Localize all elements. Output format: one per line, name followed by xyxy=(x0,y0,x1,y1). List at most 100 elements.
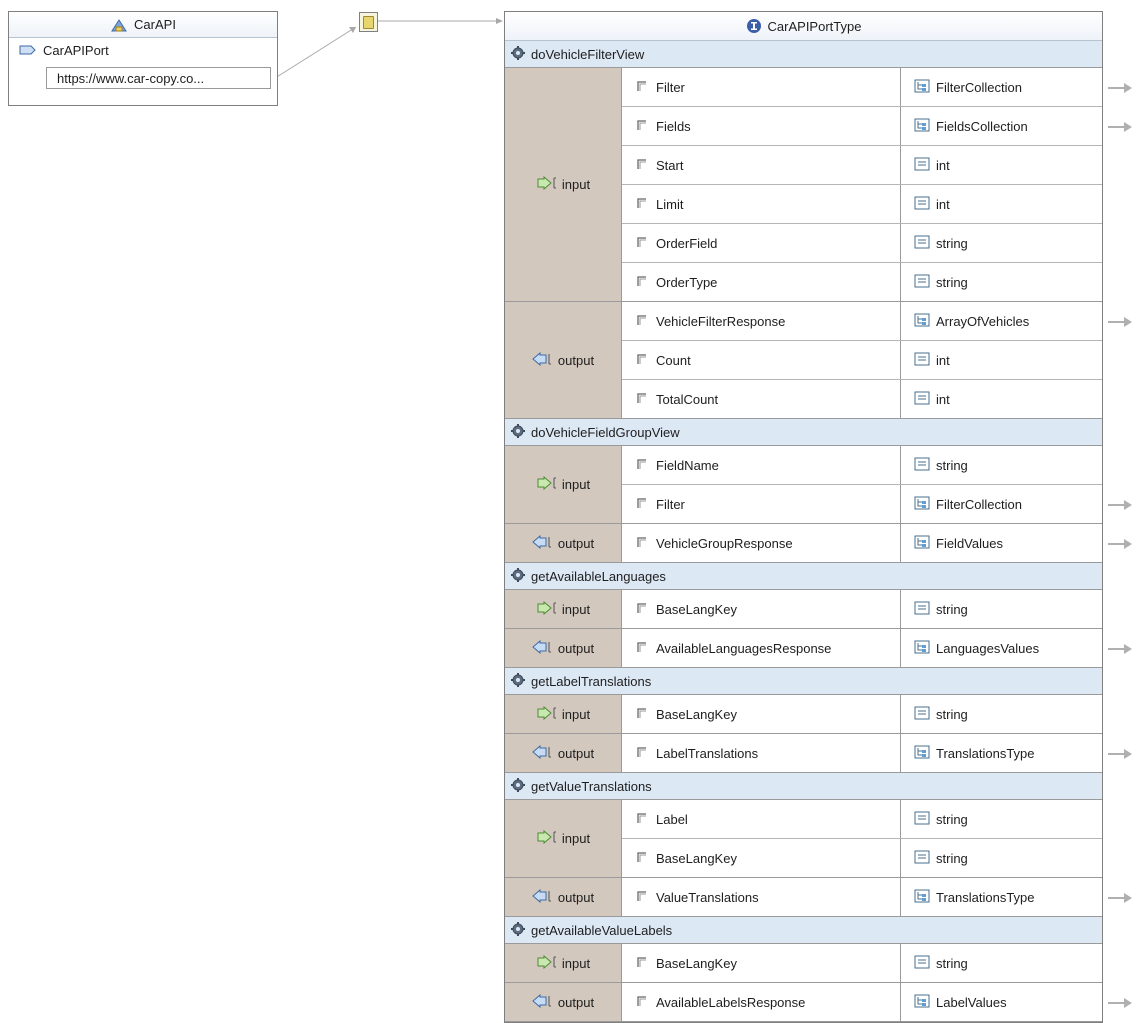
part-row[interactable]: AvailableLanguagesResponse LanguagesValue… xyxy=(622,629,1132,667)
output-message-label[interactable]: output xyxy=(505,983,622,1021)
part-type-cell[interactable]: LanguagesValues xyxy=(901,629,1132,667)
part-name-cell[interactable]: ValueTranslations xyxy=(622,878,901,916)
part-type-cell[interactable]: TranslationsType xyxy=(901,878,1132,916)
part-row[interactable]: BaseLangKey string xyxy=(622,839,1102,877)
input-message-label[interactable]: input xyxy=(505,695,622,733)
part-row[interactable]: AvailableLabelsResponse LabelValues xyxy=(622,983,1132,1021)
part-type-cell[interactable]: string xyxy=(901,224,1102,262)
input-message-label[interactable]: input xyxy=(505,590,622,628)
part-row[interactable]: BaseLangKey string xyxy=(622,590,1102,628)
part-name-cell[interactable]: VehicleFilterResponse xyxy=(622,302,901,340)
part-name-cell[interactable]: Start xyxy=(622,146,901,184)
arrow-right-icon[interactable] xyxy=(1108,81,1132,96)
part-name-cell[interactable]: Label xyxy=(622,800,901,838)
part-row[interactable]: BaseLangKey string xyxy=(622,695,1102,733)
part-type-cell[interactable]: FilterCollection xyxy=(901,68,1132,106)
part-type-cell[interactable]: FilterCollection xyxy=(901,485,1132,523)
part-row[interactable]: Fields FieldsCollection xyxy=(622,107,1132,146)
output-message-label[interactable]: output xyxy=(505,629,622,667)
part-name-cell[interactable]: TotalCount xyxy=(622,380,901,418)
arrow-right-icon[interactable] xyxy=(1108,891,1132,906)
part-row[interactable]: Limit int xyxy=(622,185,1102,224)
part-name-cell[interactable]: Limit xyxy=(622,185,901,223)
input-message-label[interactable]: input xyxy=(505,68,622,301)
part-row[interactable]: OrderField string xyxy=(622,224,1102,263)
part-type-cell[interactable]: FieldsCollection xyxy=(901,107,1132,145)
part-name-cell[interactable]: LabelTranslations xyxy=(622,734,901,772)
part-type-cell[interactable]: int xyxy=(901,380,1102,418)
part-name-cell[interactable]: BaseLangKey xyxy=(622,590,901,628)
address-field[interactable]: https://www.car-copy.co... xyxy=(46,67,271,89)
part-row[interactable]: VehicleFilterResponse ArrayOfVehicles xyxy=(622,302,1132,341)
part-name-cell[interactable]: BaseLangKey xyxy=(622,944,901,982)
part-name-cell[interactable]: VehicleGroupResponse xyxy=(622,524,901,562)
part-type-cell[interactable]: FieldValues xyxy=(901,524,1132,562)
output-message-label[interactable]: output xyxy=(505,878,622,916)
arrow-right-icon[interactable] xyxy=(1108,315,1132,330)
port-type-name: CarAPIPortType xyxy=(767,18,862,34)
part-row[interactable]: ValueTranslations TranslationsType xyxy=(622,878,1132,916)
input-message-label[interactable]: input xyxy=(505,944,622,982)
part-row[interactable]: LabelTranslations TranslationsType xyxy=(622,734,1132,772)
binding-icon[interactable] xyxy=(359,12,378,32)
operation-header[interactable]: doVehicleFieldGroupView xyxy=(505,419,1102,446)
part-type-cell[interactable]: TranslationsType xyxy=(901,734,1132,772)
arrow-right-icon[interactable] xyxy=(1108,537,1132,552)
output-message-label[interactable]: output xyxy=(505,524,622,562)
part-name-cell[interactable]: AvailableLanguagesResponse xyxy=(622,629,901,667)
service-box[interactable]: CarAPI CarAPIPort https://www.car-copy.c… xyxy=(8,11,278,106)
part-name-cell[interactable]: BaseLangKey xyxy=(622,695,901,733)
part-type-cell[interactable]: int xyxy=(901,146,1102,184)
operation-header[interactable]: getAvailableLanguages xyxy=(505,563,1102,590)
part-type-cell[interactable]: string xyxy=(901,263,1102,301)
part-type-cell[interactable]: LabelValues xyxy=(901,983,1132,1021)
port-row[interactable]: CarAPIPort xyxy=(9,38,277,62)
operation-name: getAvailableValueLabels xyxy=(531,922,673,938)
part-name-cell[interactable]: Count xyxy=(622,341,901,379)
simple-type-icon xyxy=(914,235,930,252)
arrow-right-icon[interactable] xyxy=(1108,498,1132,513)
part-type-cell[interactable]: int xyxy=(901,341,1102,379)
part-type-cell[interactable]: ArrayOfVehicles xyxy=(901,302,1132,340)
part-name-cell[interactable]: Filter xyxy=(622,68,901,106)
part-row[interactable]: Start int xyxy=(622,146,1102,185)
part-row[interactable]: Filter FilterCollection xyxy=(622,485,1132,523)
operation-header[interactable]: getValueTranslations xyxy=(505,773,1102,800)
arrow-right-icon[interactable] xyxy=(1108,120,1132,135)
part-row[interactable]: Filter FilterCollection xyxy=(622,68,1132,107)
part-type-cell[interactable]: string xyxy=(901,590,1102,628)
port-type-box[interactable]: CarAPIPortType doVehicleFilterView input F… xyxy=(504,11,1132,1023)
part-type-cell[interactable]: string xyxy=(901,800,1102,838)
part-type-cell[interactable]: int xyxy=(901,185,1102,223)
arrow-right-icon[interactable] xyxy=(1108,642,1132,657)
part-row[interactable]: TotalCount int xyxy=(622,380,1102,418)
part-type-cell[interactable]: string xyxy=(901,839,1102,877)
part-row[interactable]: Label string xyxy=(622,800,1102,839)
input-message-label[interactable]: input xyxy=(505,446,622,523)
part-type-cell[interactable]: string xyxy=(901,944,1102,982)
part-name-cell[interactable]: Fields xyxy=(622,107,901,145)
arrow-right-icon[interactable] xyxy=(1108,996,1132,1011)
part-name-cell[interactable]: FieldName xyxy=(622,446,901,484)
part-row[interactable]: Count int xyxy=(622,341,1102,380)
arrow-right-icon[interactable] xyxy=(1108,747,1132,762)
part-name-cell[interactable]: OrderField xyxy=(622,224,901,262)
input-message-label[interactable]: input xyxy=(505,800,622,877)
part-name-cell[interactable]: Filter xyxy=(622,485,901,523)
part-row[interactable]: BaseLangKey string xyxy=(622,944,1102,982)
part-row[interactable]: OrderType string xyxy=(622,263,1102,301)
output-message-label[interactable]: output xyxy=(505,302,622,418)
operation-header[interactable]: getAvailableValueLabels xyxy=(505,917,1102,944)
part-name: Start xyxy=(656,157,684,173)
operation-header[interactable]: getLabelTranslations xyxy=(505,668,1102,695)
part-name-cell[interactable]: OrderType xyxy=(622,263,901,301)
part-name-cell[interactable]: AvailableLabelsResponse xyxy=(622,983,901,1021)
operation-header[interactable]: doVehicleFilterView xyxy=(505,41,1102,68)
output-message-label[interactable]: output xyxy=(505,734,622,772)
part-type-cell[interactable]: string xyxy=(901,695,1102,733)
part-row[interactable]: VehicleGroupResponse FieldValues xyxy=(622,524,1132,562)
part-row[interactable]: FieldName string xyxy=(622,446,1102,485)
part-name-cell[interactable]: BaseLangKey xyxy=(622,839,901,877)
part-type-cell[interactable]: string xyxy=(901,446,1102,484)
service-title: CarAPI xyxy=(9,12,277,38)
